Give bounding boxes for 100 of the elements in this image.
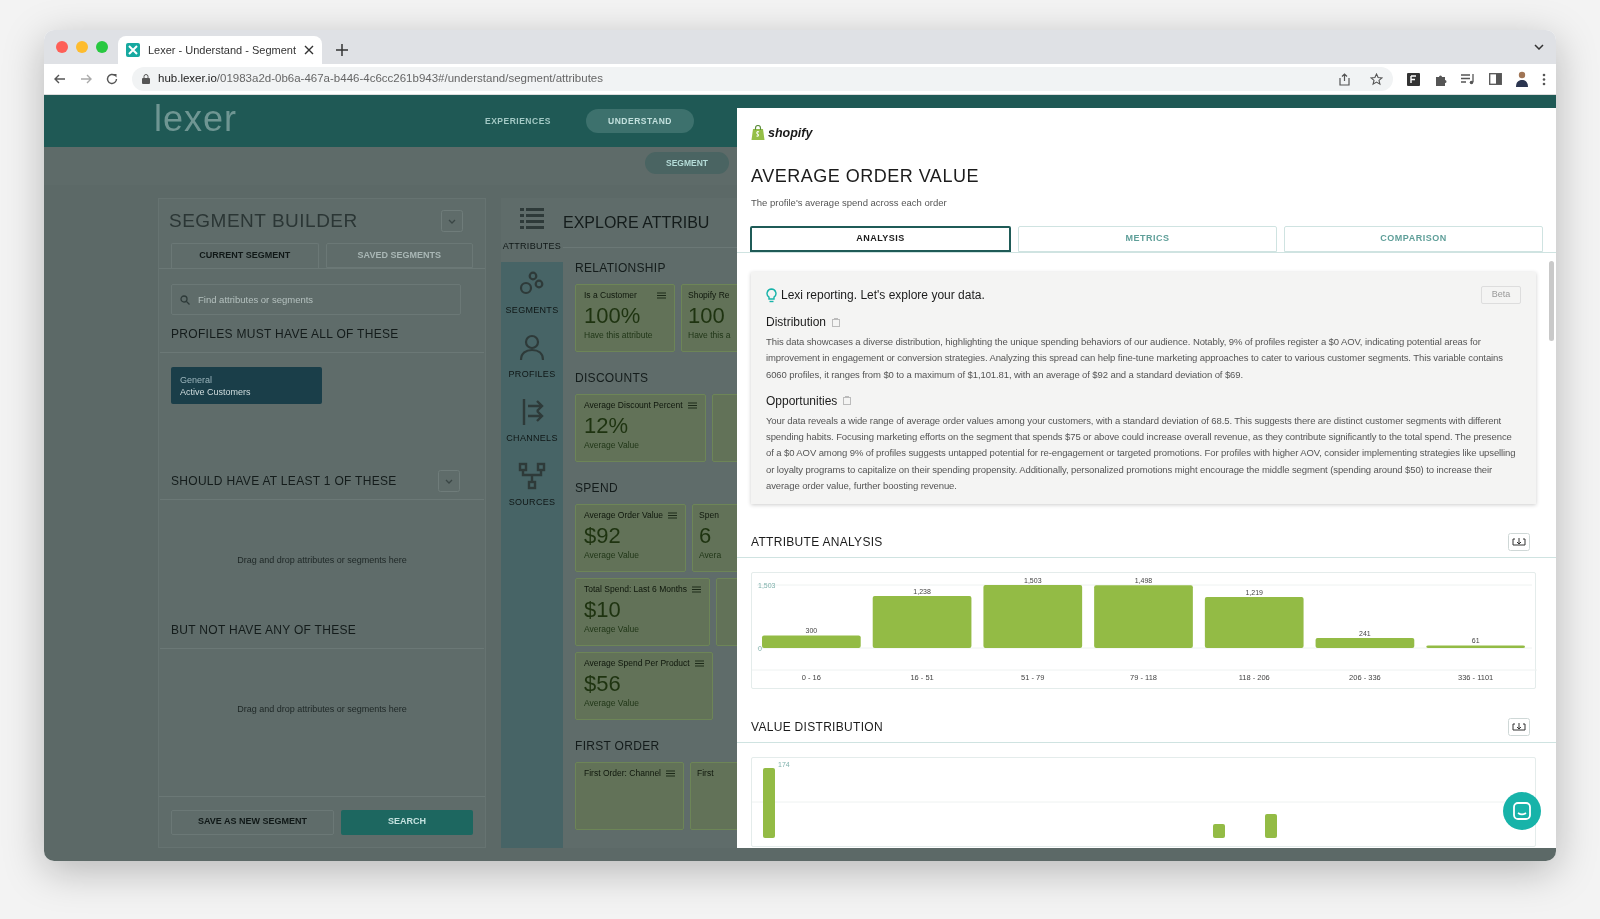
nav-label: PROFILES xyxy=(508,368,556,382)
card-value: $56 xyxy=(584,669,622,697)
attribute-card[interactable]: Average Order Value $92 Average Value xyxy=(575,504,687,572)
forward-icon[interactable] xyxy=(80,73,92,85)
section-title: SHOULD HAVE AT LEAST 1 OF THESE xyxy=(171,472,397,490)
attribute-card[interactable]: First xyxy=(690,762,737,830)
search-field[interactable]: Find attributes or segments xyxy=(171,284,461,315)
card-value: $10 xyxy=(584,595,622,623)
dropdown-button[interactable] xyxy=(441,210,463,232)
nav-tab[interactable]: UNDERSTAND xyxy=(586,109,694,133)
share-icon[interactable] xyxy=(1339,72,1350,86)
bar[interactable] xyxy=(1204,597,1304,649)
maximize-window-icon[interactable] xyxy=(96,41,108,53)
copy-icon[interactable] xyxy=(832,317,841,327)
card-title: Total Spend: Last 6 Months xyxy=(584,583,687,596)
card-caption: Average Value xyxy=(584,696,640,710)
card-title: First Order: Channel xyxy=(584,767,661,780)
bar[interactable] xyxy=(1315,638,1415,649)
menu-icon[interactable] xyxy=(666,769,675,777)
download-button[interactable] xyxy=(1508,717,1530,736)
menu-icon[interactable] xyxy=(692,585,701,593)
segment-tab[interactable]: SAVED SEGMENTS xyxy=(325,243,473,268)
card-title: Average Spend Per Product xyxy=(584,657,690,670)
brand-name: shopify xyxy=(768,125,813,142)
browser-tab[interactable]: Lexer - Understand - Segment xyxy=(118,36,322,64)
card-caption: Average Value xyxy=(584,548,640,562)
dropdown-button[interactable] xyxy=(438,469,460,492)
beta-badge: Beta xyxy=(1481,286,1521,304)
card-title: Average Discount Percent xyxy=(584,399,683,412)
nav-item[interactable]: SOURCES xyxy=(501,454,563,518)
extension-icon[interactable] xyxy=(1407,72,1420,86)
card-title: Average Order Value xyxy=(584,509,664,522)
card-title: Spen xyxy=(699,509,719,522)
bar[interactable] xyxy=(1265,814,1277,839)
download-button[interactable] xyxy=(1508,532,1530,551)
card-caption: Average Value xyxy=(584,622,640,636)
close-icon[interactable] xyxy=(303,45,314,55)
nav-item[interactable]: ATTRIBUTES xyxy=(501,198,563,262)
bar[interactable] xyxy=(872,596,972,649)
url-text: hub.lexer.io/01983a2d-0b6a-467a-b446-4c6cc261b943#/understand/segment/attributes xyxy=(158,71,603,87)
card-caption: Average Value xyxy=(584,438,640,452)
detail-tab[interactable]: ANALYSIS xyxy=(750,226,1011,252)
attribute-card[interactable]: Average Spend Per Product $56 Average Value xyxy=(575,652,713,720)
chat-icon xyxy=(1513,802,1531,820)
attribute-card[interactable]: Total Spend: Last 6 Months $10 Average Value xyxy=(575,578,710,646)
search-icon xyxy=(180,295,190,305)
copy-icon[interactable] xyxy=(843,396,852,406)
subnav-tab[interactable]: SEGMENT xyxy=(645,152,729,174)
card-value: $92 xyxy=(584,521,622,549)
playlist-icon[interactable] xyxy=(1461,73,1475,85)
chevron-down-icon[interactable] xyxy=(1534,44,1544,50)
avatar-icon[interactable] xyxy=(1516,71,1528,87)
card-value: 6 xyxy=(699,521,713,549)
section-title: VALUE DISTRIBUTION xyxy=(751,718,883,736)
card-value: 100 xyxy=(688,301,726,329)
bar[interactable] xyxy=(1426,645,1525,649)
close-window-icon[interactable] xyxy=(56,41,68,53)
segment-chip[interactable]: General Active Customers xyxy=(171,367,322,404)
section-title: ATTRIBUTE ANALYSIS xyxy=(751,533,883,551)
nav-item[interactable]: CHANNELS xyxy=(501,390,563,454)
person-icon xyxy=(518,334,546,363)
section-title: BUT NOT HAVE ANY OF THESE xyxy=(171,621,357,639)
menu-icon[interactable] xyxy=(657,291,666,299)
attribute-card[interactable]: Spen 6 Avera xyxy=(692,504,737,572)
action-button[interactable]: SEARCH xyxy=(341,809,473,835)
nav-item[interactable]: SEGMENTS xyxy=(501,262,563,326)
card-title: First xyxy=(697,767,714,780)
back-icon[interactable] xyxy=(54,73,66,85)
panel-subtitle: The profile's average spend across each order xyxy=(751,195,948,210)
side-panel-icon[interactable] xyxy=(1489,73,1502,85)
insight-heading: Lexi reporting. Let's explore your data. xyxy=(781,287,985,304)
group-title: SPEND xyxy=(575,480,619,497)
attribute-card[interactable]: First Order: Channel xyxy=(575,762,684,830)
nav-tab[interactable]: EXPERIENCES xyxy=(464,109,572,133)
insight-title: Distribution xyxy=(766,314,827,331)
segment-tab[interactable]: CURRENT SEGMENT xyxy=(171,243,319,268)
new-tab-icon[interactable] xyxy=(335,44,348,56)
card-title: Shopify Re xyxy=(688,289,730,302)
panel-title: AVERAGE ORDER VALUE xyxy=(751,164,980,188)
address-bar[interactable]: hub.lexer.io/01983a2d-0b6a-467a-b446-4c6cc261b943#/understand/segment/attributes xyxy=(132,67,1393,91)
reload-icon[interactable] xyxy=(106,73,118,85)
menu-icon[interactable] xyxy=(668,511,678,519)
bar[interactable] xyxy=(983,585,1083,649)
detail-tab[interactable]: METRICS xyxy=(1018,226,1277,252)
nav-item[interactable]: PROFILES xyxy=(501,326,563,390)
action-button[interactable]: SAVE AS NEW SEGMENT xyxy=(171,809,334,835)
minimize-window-icon[interactable] xyxy=(76,41,88,53)
detail-tab[interactable]: COMPARISON xyxy=(1284,226,1543,252)
section-title: PROFILES MUST HAVE ALL OF THESE xyxy=(171,325,399,343)
menu-icon[interactable] xyxy=(694,659,704,667)
star-icon[interactable] xyxy=(1370,72,1383,86)
favicon-icon xyxy=(126,43,140,57)
menu-icon[interactable] xyxy=(687,401,697,409)
insight-title: Opportunities xyxy=(766,392,838,410)
more-icon[interactable] xyxy=(1542,72,1546,86)
bar[interactable] xyxy=(762,635,861,649)
card-value: 12% xyxy=(584,411,630,439)
bar[interactable] xyxy=(1213,824,1225,839)
attribute-card[interactable]: Average Discount Percent 12% Average Value xyxy=(575,394,706,462)
scrollbar-thumb[interactable] xyxy=(1549,261,1554,341)
